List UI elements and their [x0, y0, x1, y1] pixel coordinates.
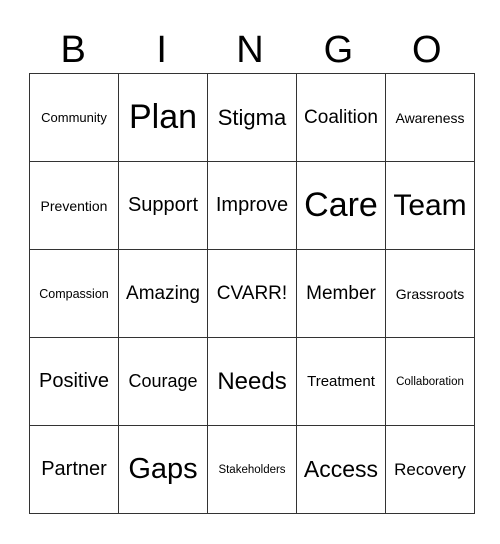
bingo-row: Prevention Support Improve Care Team	[29, 161, 475, 250]
header-letter: N	[236, 29, 264, 71]
bingo-cell[interactable]: Grassroots	[385, 249, 475, 338]
bingo-row: Partner Gaps Stakeholders Access Recovery	[29, 425, 475, 514]
bingo-cell[interactable]: Needs	[207, 337, 297, 426]
bingo-cell[interactable]: Team	[385, 161, 475, 250]
bingo-cell[interactable]: Stigma	[207, 73, 297, 162]
bingo-cell[interactable]: Positive	[29, 337, 119, 426]
bingo-cell[interactable]: Compassion	[29, 249, 119, 338]
bingo-cell[interactable]: Plan	[118, 73, 208, 162]
header-letter: G	[323, 29, 354, 71]
header-letter: I	[156, 29, 167, 71]
bingo-cell[interactable]: Coalition	[296, 73, 386, 162]
bingo-cell[interactable]: Amazing	[118, 249, 208, 338]
bingo-grid: Community Plan Stigma Coalition Awareness Pre…	[29, 73, 475, 514]
bingo-cell[interactable]: Recovery	[385, 425, 475, 514]
bingo-cell[interactable]: Stakeholders	[207, 425, 297, 514]
bingo-cell[interactable]: Courage	[118, 337, 208, 426]
bingo-row: Positive Courage Needs Treatment Collaborati…	[29, 337, 475, 426]
bingo-cell[interactable]: CVARR!	[207, 249, 297, 338]
bingo-cell[interactable]: Community	[29, 73, 119, 162]
header-letter: O	[412, 29, 442, 71]
bingo-cell[interactable]: Treatment	[296, 337, 386, 426]
header-letter: B	[60, 29, 86, 71]
bingo-cell[interactable]: Prevention	[29, 161, 119, 250]
bingo-cell[interactable]: Access	[296, 425, 386, 514]
bingo-cell[interactable]: Support	[118, 161, 208, 250]
bingo-cell[interactable]: Improve	[207, 161, 297, 250]
bingo-row: Compassion Amazing CVARR! Member Grassroots	[29, 249, 475, 338]
bingo-row: Community Plan Stigma Coalition Awareness	[29, 73, 475, 162]
bingo-cell[interactable]: Awareness	[385, 73, 475, 162]
bingo-header: B I N G O	[29, 30, 471, 70]
bingo-cell[interactable]: Member	[296, 249, 386, 338]
bingo-cell[interactable]: Gaps	[118, 425, 208, 514]
bingo-cell[interactable]: Partner	[29, 425, 119, 514]
bingo-cell[interactable]: Collaboration	[385, 337, 475, 426]
bingo-cell[interactable]: Care	[296, 161, 386, 250]
